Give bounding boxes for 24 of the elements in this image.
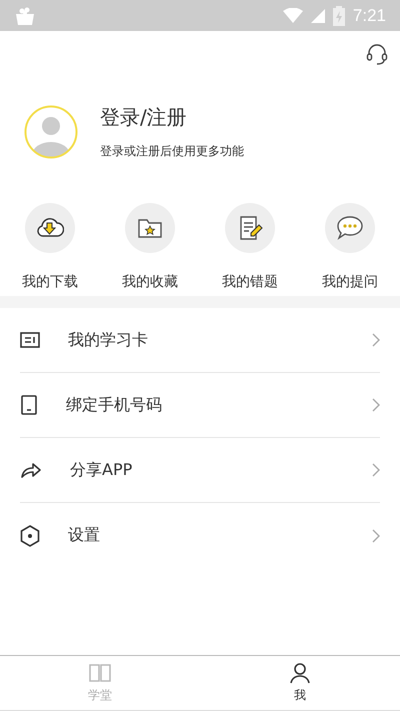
menu-row[interactable]: 我的学习卡 [20, 308, 380, 373]
chevron-icon [372, 333, 380, 347]
share-icon [20, 461, 42, 479]
menu-row[interactable]: 分享APP [20, 438, 380, 503]
person-icon [289, 662, 311, 684]
shopping-bag-icon [14, 6, 36, 26]
tab[interactable]: 我 [200, 656, 400, 710]
chevron-icon [372, 528, 380, 542]
chevron-icon [372, 398, 380, 412]
book-icon [88, 662, 112, 684]
settings-icon [20, 524, 40, 546]
login-title[interactable]: 登录/注册 [100, 104, 244, 131]
headset-icon[interactable] [366, 43, 388, 65]
menu-row[interactable]: 绑定手机号码 [20, 373, 380, 438]
login-subtitle: 登录或注册后使用更多功能 [100, 143, 244, 160]
chevron-icon [372, 463, 380, 477]
speech-bubble-icon [336, 215, 364, 241]
tablet-icon [20, 395, 38, 415]
battery-icon [332, 6, 345, 26]
card-icon [20, 332, 40, 348]
wifi-icon [282, 8, 303, 24]
menu-row[interactable]: 设置 [20, 503, 380, 568]
signal-icon [310, 8, 325, 22]
folder-star-icon [137, 217, 163, 239]
